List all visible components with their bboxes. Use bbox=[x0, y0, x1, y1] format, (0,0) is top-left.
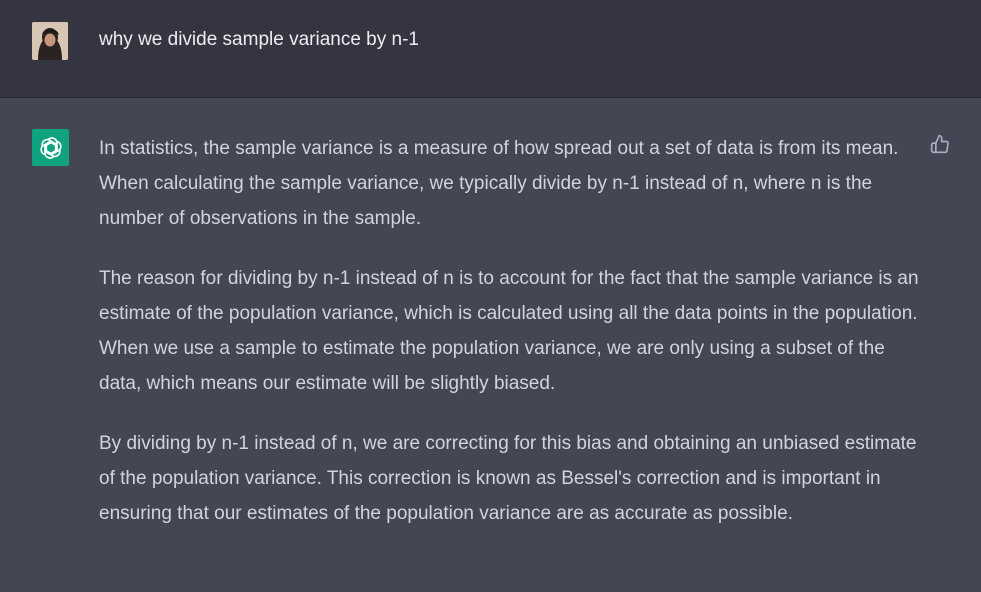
answer-paragraph-3: By dividing by n-1 instead of n, we are … bbox=[99, 433, 917, 524]
user-message-row: why we divide sample variance by n-1 bbox=[0, 0, 981, 98]
thumbs-up-icon bbox=[930, 134, 949, 154]
thumbs-up-button[interactable] bbox=[928, 132, 952, 156]
avatar bbox=[32, 22, 68, 60]
user-avatar-image bbox=[32, 22, 68, 60]
openai-logo-icon bbox=[32, 129, 69, 166]
user-message-text: why we divide sample variance by n-1 bbox=[99, 29, 419, 50]
assistant-message-content: In statistics, the sample variance is a … bbox=[99, 131, 924, 556]
assistant-message-row: In statistics, the sample variance is a … bbox=[0, 98, 981, 592]
answer-paragraph-2: The reason for dividing by n-1 instead o… bbox=[99, 268, 919, 394]
answer-paragraph-1: In statistics, the sample variance is a … bbox=[99, 138, 899, 229]
